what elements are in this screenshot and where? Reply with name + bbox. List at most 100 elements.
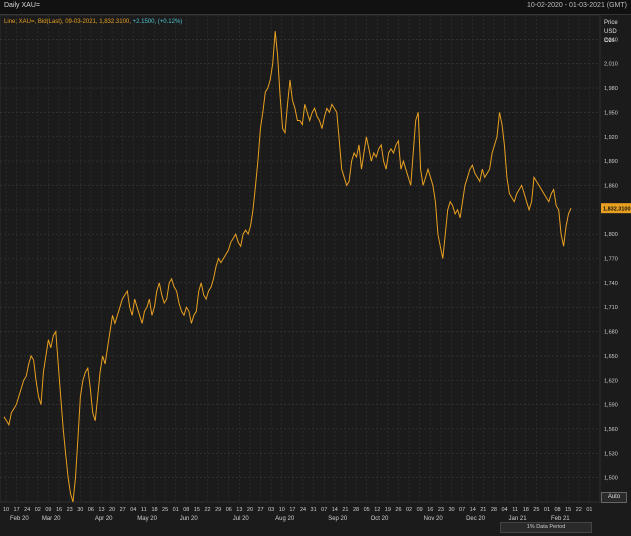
x-month-label: May 20 — [137, 516, 157, 522]
last-value-text: 1,832.3100 — [603, 207, 631, 213]
axis-header-currency: USD — [604, 29, 617, 35]
x-tick-label: 10 — [3, 507, 9, 513]
y-tick-label: 1,800 — [604, 232, 618, 238]
x-month-label: Sep 20 — [328, 516, 348, 522]
y-tick-label: 1,680 — [604, 330, 618, 336]
x-tick-label: 22 — [204, 507, 210, 513]
y-tick-label: 1,500 — [604, 476, 618, 482]
legend-change: +2.1500, (+0.12%) — [133, 19, 183, 25]
x-tick-label: 15 — [194, 507, 200, 513]
series-gold — [3, 31, 572, 503]
x-tick-label: 14 — [470, 507, 476, 513]
x-tick-label: 18 — [523, 507, 529, 513]
x-tick-label: 12 — [374, 507, 380, 513]
y-tick-label: 1,620 — [604, 378, 618, 384]
x-tick-label: 31 — [311, 507, 317, 513]
legend-label: Line; XAU=, Bid(Last), 09-03-2021, 1,832… — [4, 19, 133, 25]
x-tick-label: 19 — [385, 507, 391, 513]
x-month-label: Oct 20 — [371, 516, 389, 522]
x-tick-label: 27 — [120, 507, 126, 513]
y-tick-label: 1,950 — [604, 110, 618, 116]
y-tick-label: 1,590 — [604, 403, 618, 409]
x-month-label: Nov 20 — [424, 516, 444, 522]
x-tick-label: 26 — [395, 507, 401, 513]
x-tick-label: 29 — [215, 507, 221, 513]
x-tick-label: 23 — [438, 507, 444, 513]
x-tick-label: 02 — [35, 507, 41, 513]
auto-scale-button[interactable]: Auto — [601, 492, 627, 503]
x-tick-label: 30 — [77, 507, 83, 513]
x-tick-label: 24 — [24, 507, 30, 513]
x-tick-label: 16 — [427, 507, 433, 513]
x-tick-label: 04 — [501, 507, 507, 513]
x-tick-label: 11 — [512, 507, 518, 513]
y-tick-label: 1,770 — [604, 257, 618, 263]
x-tick-label: 08 — [555, 507, 561, 513]
x-month-label: Jul 20 — [233, 516, 250, 522]
x-tick-label: 05 — [364, 507, 370, 513]
x-tick-label: 04 — [130, 507, 136, 513]
x-tick-label: 17 — [289, 507, 295, 513]
x-tick-label: 09 — [45, 507, 51, 513]
x-tick-label: 10 — [279, 507, 285, 513]
x-tick-label: 11 — [141, 507, 147, 513]
last-value-badge: 1,832.3100 — [601, 203, 631, 214]
x-tick-label: 01 — [173, 507, 179, 513]
x-month-label: Dec 20 — [466, 516, 486, 522]
x-tick-label: 13 — [236, 507, 242, 513]
y-tick-label: 1,860 — [604, 183, 618, 189]
y-tick-label: 2,010 — [604, 62, 618, 68]
y-tick-label: 1,560 — [604, 427, 618, 433]
x-tick-label: 14 — [332, 507, 338, 513]
x-month-label: Mar 20 — [42, 516, 61, 522]
y-tick-label: 1,650 — [604, 354, 618, 360]
y-axis: 1,500 1,530 1,560 1,590 1,620 1,650 1,680 1,710… — [604, 37, 618, 481]
y-tick-label: 1,890 — [604, 159, 618, 165]
x-tick-label: 20 — [247, 507, 253, 513]
x-tick-label: 27 — [258, 507, 264, 513]
y-tick-label: 1,710 — [604, 305, 618, 311]
x-tick-label: 30 — [448, 507, 454, 513]
x-tick-label: 16 — [56, 507, 62, 513]
y-tick-label: 1,740 — [604, 281, 618, 287]
y-tick-label: 2,040 — [604, 37, 618, 43]
x-tick-label: 25 — [162, 507, 168, 513]
grid-lines — [0, 15, 600, 502]
x-tick-label: 01 — [586, 507, 592, 513]
x-tick-label: 13 — [98, 507, 104, 513]
price-chart[interactable]: Line; XAU=, Bid(Last), 09-03-2021, 1,832… — [0, 0, 631, 536]
x-tick-label: 06 — [226, 507, 232, 513]
y-tick-label: 1,920 — [604, 135, 618, 141]
x-tick-label: 06 — [88, 507, 94, 513]
x-tick-label: 03 — [268, 507, 274, 513]
x-tick-label: 20 — [109, 507, 115, 513]
x-month-label: Apr 20 — [95, 516, 113, 522]
series-line — [3, 31, 572, 503]
x-tick-label: 24 — [300, 507, 306, 513]
x-axis: 10 17 24 02 09 16 23 30 06 13 20 27 04 11 18 25 01 08 15 22… — [3, 507, 593, 522]
x-tick-label: 17 — [14, 507, 20, 513]
x-tick-label: 28 — [353, 507, 359, 513]
x-tick-label: 22 — [576, 507, 582, 513]
data-period-indicator[interactable]: 1% Data Period — [500, 522, 592, 533]
x-tick-label: 01 — [544, 507, 550, 513]
legend: Line; XAU=, Bid(Last), 09-03-2021, 1,832… — [4, 19, 182, 25]
x-tick-label: 15 — [565, 507, 571, 513]
x-tick-label: 09 — [417, 507, 423, 513]
x-tick-label: 28 — [491, 507, 497, 513]
y-tick-label: 1,980 — [604, 86, 618, 92]
axis-header-price: Price — [604, 20, 618, 26]
x-tick-label: 21 — [342, 507, 348, 513]
x-tick-label: 08 — [183, 507, 189, 513]
x-month-label: Feb 20 — [10, 516, 29, 522]
y-tick-label: 1,530 — [604, 451, 618, 457]
x-tick-label: 21 — [480, 507, 486, 513]
x-month-label: Aug 20 — [275, 516, 295, 522]
x-month-label: Jun 20 — [180, 516, 199, 522]
x-tick-label: 02 — [406, 507, 412, 513]
x-tick-label: 07 — [459, 507, 465, 513]
x-tick-label: 25 — [533, 507, 539, 513]
x-tick-label: 18 — [151, 507, 157, 513]
x-tick-label: 07 — [321, 507, 327, 513]
x-tick-label: 23 — [67, 507, 73, 513]
